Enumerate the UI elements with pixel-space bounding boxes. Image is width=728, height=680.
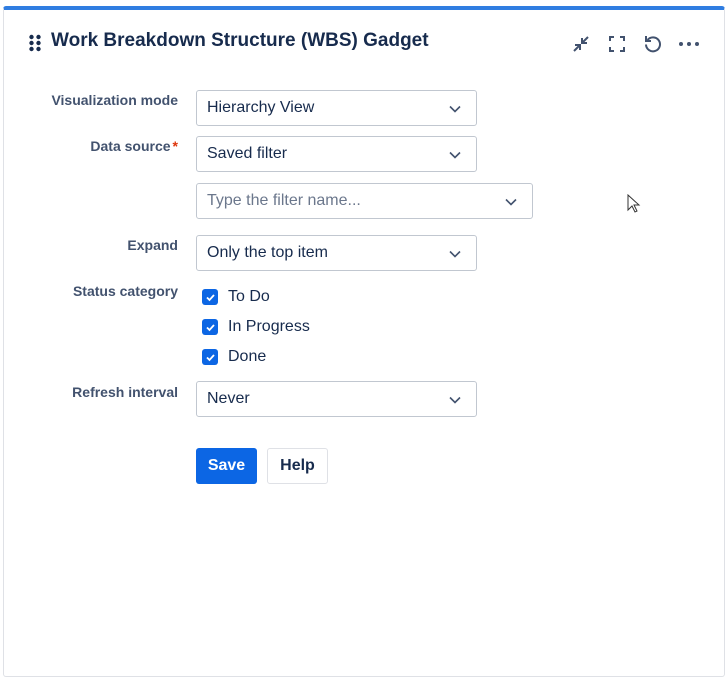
filter-name-input[interactable]: Type the filter name... <box>196 183 533 219</box>
expand-label: Expand <box>127 237 178 253</box>
gadget-header: Work Breakdown Structure (WBS) Gadget <box>4 10 724 76</box>
chevron-down-icon <box>449 396 461 404</box>
save-button[interactable]: Save <box>196 448 257 484</box>
data-source-label: Data source * <box>90 138 178 154</box>
checkbox-to-do[interactable]: To Do <box>202 286 270 308</box>
status-category-label: Status category <box>72 283 178 299</box>
required-mark: * <box>172 138 178 154</box>
help-button[interactable]: Help <box>267 448 328 484</box>
refresh-interval-select[interactable]: Never <box>196 381 477 417</box>
checkbox-done[interactable]: Done <box>202 346 266 368</box>
refresh-icon[interactable] <box>641 32 665 56</box>
wbs-gadget-card: Work Breakdown Structure (WBS) Gadget Vi… <box>3 6 725 677</box>
chevron-down-icon <box>449 151 461 159</box>
visualization-mode-label: Visualization mode <box>51 92 178 108</box>
checkbox-label: In Progress <box>228 318 310 335</box>
data-source-label-text: Data source <box>90 138 171 154</box>
checkbox-in-progress[interactable]: In Progress <box>202 316 310 338</box>
expand-select[interactable]: Only the top item <box>196 235 477 271</box>
refresh-interval-value: Never <box>207 390 250 407</box>
expand-value: Only the top item <box>207 244 328 261</box>
fullscreen-icon[interactable] <box>605 32 629 56</box>
checkbox-checked-icon[interactable] <box>202 319 218 335</box>
refresh-interval-label: Refresh interval <box>72 384 178 400</box>
visualization-mode-value: Hierarchy View <box>207 99 315 116</box>
data-source-select[interactable]: Saved filter <box>196 136 477 172</box>
gadget-title: Work Breakdown Structure (WBS) Gadget <box>51 30 429 51</box>
drag-handle-icon[interactable] <box>28 34 42 52</box>
mouse-cursor-icon <box>627 194 641 213</box>
data-source-value: Saved filter <box>207 145 288 162</box>
more-options-icon[interactable] <box>677 32 701 56</box>
checkbox-label: Done <box>228 348 267 365</box>
checkbox-checked-icon[interactable] <box>202 349 218 365</box>
minimize-icon[interactable] <box>569 32 593 56</box>
checkbox-checked-icon[interactable] <box>202 289 218 305</box>
visualization-mode-select[interactable]: Hierarchy View <box>196 90 477 126</box>
chevron-down-icon <box>449 105 461 113</box>
filter-name-placeholder: Type the filter name... <box>207 192 361 209</box>
chevron-down-icon <box>505 198 517 206</box>
checkbox-label: To Do <box>228 288 270 305</box>
chevron-down-icon <box>449 250 461 258</box>
